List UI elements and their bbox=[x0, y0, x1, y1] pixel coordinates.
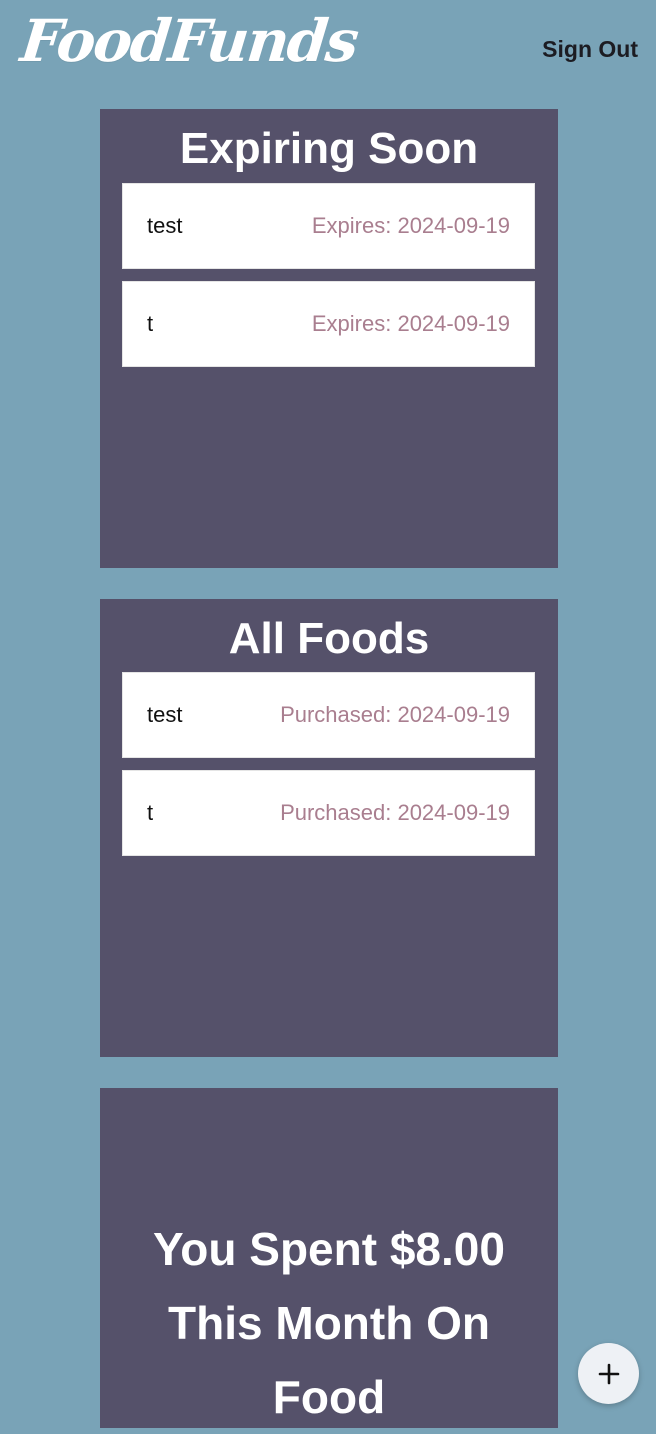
add-food-button[interactable] bbox=[578, 1343, 639, 1404]
plus-icon bbox=[598, 1363, 619, 1384]
purchase-date: Purchased: 2024-09-19 bbox=[280, 702, 510, 727]
purchase-date: Purchased: 2024-09-19 bbox=[280, 800, 510, 825]
app-logo: FoodFunds bbox=[17, 7, 361, 75]
food-item-card[interactable]: test Purchased: 2024-09-19 bbox=[122, 672, 535, 758]
expiry-date: Expires: 2024-09-19 bbox=[311, 311, 510, 336]
food-item-card[interactable]: t Purchased: 2024-09-19 bbox=[122, 770, 535, 856]
expiring-soon-title: Expiring Soon bbox=[179, 124, 479, 173]
spending-summary-text: You Spent $8.00 This Month On Food bbox=[153, 1223, 505, 1423]
food-name: test bbox=[147, 213, 183, 238]
all-foods-title: All Foods bbox=[228, 614, 430, 663]
sign-out-button[interactable]: Sign Out bbox=[542, 36, 638, 63]
expiring-item-card[interactable]: t Expires: 2024-09-19 bbox=[122, 281, 535, 367]
food-name: t bbox=[147, 800, 154, 825]
food-name: t bbox=[147, 311, 154, 336]
food-name: test bbox=[147, 702, 183, 727]
top-bar: FoodFunds Sign Out bbox=[0, 0, 656, 96]
spending-summary-panel: You Spent $8.00 This Month On Food bbox=[100, 1088, 558, 1428]
all-foods-panel: All Foods test Purchased: 2024-09-19 t P… bbox=[100, 599, 558, 1057]
expiring-item-card[interactable]: test Expires: 2024-09-19 bbox=[122, 183, 535, 269]
expiring-soon-panel: Expiring Soon test Expires: 2024-09-19 t… bbox=[100, 109, 558, 568]
expiry-date: Expires: 2024-09-19 bbox=[311, 213, 510, 238]
